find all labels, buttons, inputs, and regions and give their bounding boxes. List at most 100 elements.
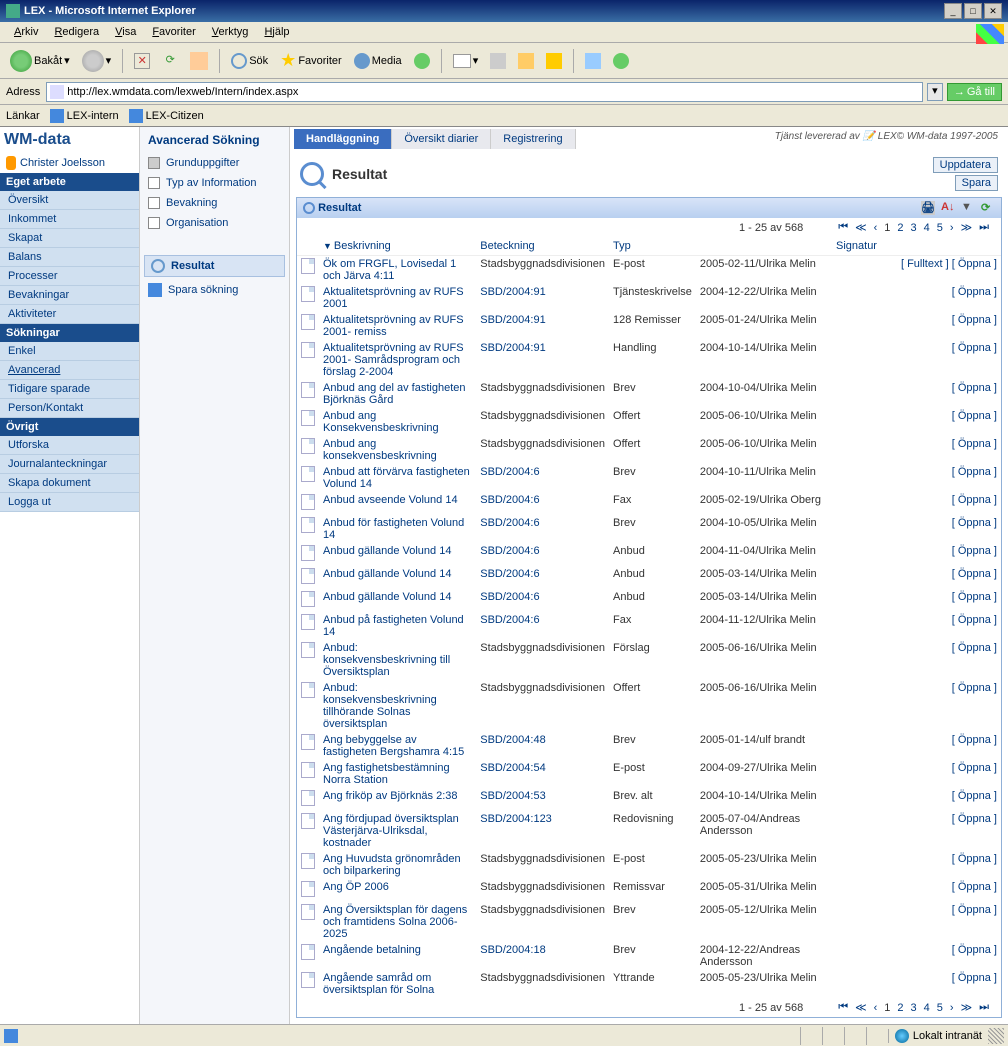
print-button[interactable] [486,51,510,71]
row-description[interactable]: Anbud: konsekvensbeskrivning tillhörande… [323,682,437,730]
nav-balans[interactable]: Balans [0,248,139,267]
go-button[interactable]: → Gå till [947,83,1002,101]
row-beteckning[interactable]: SBD/2004:6 [480,568,539,580]
row-description[interactable]: Ang fastighetsbestämning Norra Station [323,762,450,786]
edit-button[interactable] [514,51,538,71]
row-description[interactable]: Ang fördjupad översiktsplan Västerjärva-… [323,813,459,849]
pager-prev-set[interactable]: ≪ [853,1001,869,1014]
oppna-link[interactable]: Öppna [958,258,991,270]
forward-button[interactable]: ▾ [78,48,116,74]
minimize-button[interactable]: _ [944,3,962,19]
row-beteckning[interactable]: SBD/2004:91 [480,286,545,298]
search-resultat[interactable]: Resultat [144,255,285,277]
row-beteckning[interactable]: SBD/2004:91 [480,314,545,326]
oppna-link[interactable]: Öppna [958,614,991,626]
oppna-link[interactable]: Öppna [958,382,991,394]
pager-page-3[interactable]: 3 [909,1002,919,1014]
favorites-button[interactable]: ★Favoriter [276,48,346,73]
stop-button[interactable]: ✕ [130,51,154,71]
row-description[interactable]: Anbud på fastigheten Volund 14 [323,614,464,638]
search-grunduppgifter[interactable]: Grunduppgifter [140,153,289,173]
row-description[interactable]: Anbud att förvärva fastigheten Volund 14 [323,466,470,490]
address-dropdown[interactable]: ▾ [927,83,943,101]
col-date[interactable] [696,237,832,256]
row-description[interactable]: Ök om FRGFL, Lovisedal 1 och Järva 4:11 [323,258,456,282]
row-beteckning[interactable]: SBD/2004:91 [480,342,545,354]
tab-registrering[interactable]: Registrering [491,129,575,149]
col-beteckning[interactable]: Beteckning [476,237,609,256]
refresh-icon[interactable]: ⟳ [981,201,995,215]
nav-enkel[interactable]: Enkel [0,342,139,361]
search-bevakning[interactable]: Bevakning [140,193,289,213]
oppna-link[interactable]: Öppna [958,881,991,893]
link-lex-citizen[interactable]: LEX-Citizen [129,109,204,123]
row-description[interactable]: Anbud gällande Volund 14 [323,545,451,557]
link-lex-intern[interactable]: LEX-intern [50,109,119,123]
pager-page-2[interactable]: 2 [895,1002,905,1014]
col-beskrivning[interactable]: ▼Beskrivning [319,237,476,256]
oppna-link[interactable]: Öppna [958,682,991,694]
row-beteckning[interactable]: SBD/2004:6 [480,494,539,506]
pager-next[interactable]: › [948,222,956,234]
uppdatera-button[interactable]: Uppdatera [933,157,998,173]
pager-page-3[interactable]: 3 [909,222,919,234]
row-beteckning[interactable]: SBD/2004:6 [480,614,539,626]
oppna-link[interactable]: Öppna [958,944,991,956]
pager-next[interactable]: › [948,1002,956,1014]
print-icon[interactable]: 🖨 [921,201,935,215]
row-description[interactable]: Angående samråd om översiktsplan för Sol… [323,972,434,996]
row-description[interactable]: Ang Översiktsplan för dagens och framtid… [323,904,467,940]
row-description[interactable]: Aktualitetsprövning av RUFS 2001 [323,286,464,310]
row-beteckning[interactable]: SBD/2004:6 [480,466,539,478]
oppna-link[interactable]: Öppna [958,972,991,984]
oppna-link[interactable]: Öppna [958,517,991,529]
row-beteckning[interactable]: SBD/2004:18 [480,944,545,956]
pager-page-4[interactable]: 4 [922,222,932,234]
oppna-link[interactable]: Öppna [958,734,991,746]
oppna-link[interactable]: Öppna [958,813,991,825]
pager-prev-set[interactable]: ≪ [853,221,869,234]
spara-button[interactable]: Spara [955,175,998,191]
nav-journalanteckningar[interactable]: Journalanteckningar [0,455,139,474]
pager-first[interactable]: ⏮ [836,1001,850,1014]
oppna-link[interactable]: Öppna [958,762,991,774]
row-description[interactable]: Angående betalning [323,944,421,956]
nav-skapat[interactable]: Skapat [0,229,139,248]
pager-page-2[interactable]: 2 [895,222,905,234]
row-description[interactable]: Aktualitetsprövning av RUFS 2001- Samråd… [323,342,464,378]
search-organisation[interactable]: Organisation [140,213,289,233]
oppna-link[interactable]: Öppna [958,853,991,865]
nav-personkontakt[interactable]: Person/Kontakt [0,399,139,418]
tab-handlaggning[interactable]: Handläggning [294,129,392,149]
oppna-link[interactable]: Öppna [958,591,991,603]
menu-hjalp[interactable]: Hjälp [256,24,297,40]
close-button[interactable]: ✕ [984,3,1002,19]
pager-last[interactable]: ⏭ [977,1001,991,1014]
pager-page-1[interactable]: 1 [882,1002,892,1014]
pager-page-5[interactable]: 5 [935,222,945,234]
row-description[interactable]: Anbud avseende Volund 14 [323,494,458,506]
oppna-link[interactable]: Öppna [958,545,991,557]
oppna-link[interactable]: Öppna [958,438,991,450]
menu-favoriter[interactable]: Favoriter [144,24,203,40]
nav-bevakningar[interactable]: Bevakningar [0,286,139,305]
oppna-link[interactable]: Öppna [958,642,991,654]
maximize-button[interactable]: □ [964,3,982,19]
row-beteckning[interactable]: SBD/2004:6 [480,517,539,529]
sort-icon[interactable]: A↓ [941,201,955,215]
row-description[interactable]: Ang Huvudsta grönområden och bilparkerin… [323,853,461,877]
row-description[interactable]: Anbud ang konsekvensbeskrivning [323,438,437,462]
nav-processer[interactable]: Processer [0,267,139,286]
fulltext-link[interactable]: Fulltext [907,258,942,270]
search-typ[interactable]: Typ av Information [140,173,289,193]
pager-prev[interactable]: ‹ [872,1002,880,1014]
pager-first[interactable]: ⏮ [836,221,850,234]
messenger-button[interactable] [609,51,633,71]
oppna-link[interactable]: Öppna [958,494,991,506]
nav-avancerad[interactable]: Avancerad [0,361,139,380]
oppna-link[interactable]: Öppna [958,904,991,916]
col-signatur[interactable]: Signatur [832,237,881,256]
oppna-link[interactable]: Öppna [958,790,991,802]
row-beteckning[interactable]: SBD/2004:53 [480,790,545,802]
pager-next-set[interactable]: ≫ [959,1001,975,1014]
